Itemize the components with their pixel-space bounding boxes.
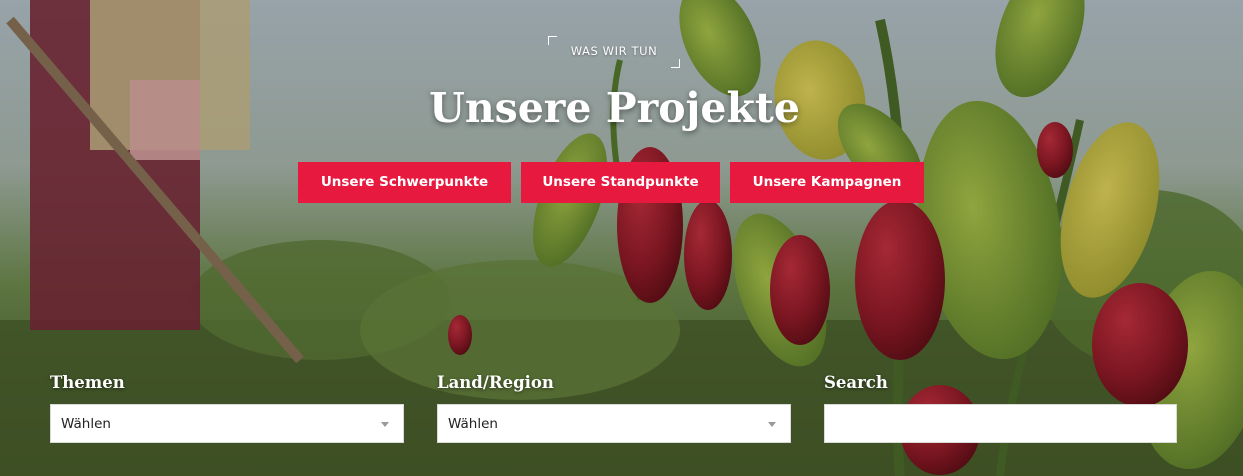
search-field[interactable] [824, 404, 1177, 443]
themen-select[interactable]: Wählen [50, 404, 404, 443]
page-title: Unsere Projekte [429, 84, 800, 132]
eyebrow: WAS WIR TUN [548, 36, 680, 68]
standpunkte-button[interactable]: Unsere Standpunkte [521, 162, 720, 203]
search-input[interactable] [825, 405, 1176, 442]
hero-banner: WAS WIR TUN Unsere Projekte Unsere Schwe… [0, 0, 1243, 476]
eyebrow-text: WAS WIR TUN [570, 44, 658, 58]
chevron-down-icon [768, 422, 776, 427]
eyebrow-corner-bottom-right [671, 59, 680, 68]
schwerpunkte-button[interactable]: Unsere Schwerpunkte [298, 162, 511, 203]
region-select-value: Wählen [448, 416, 498, 432]
themen-select-value: Wählen [61, 416, 111, 432]
region-select[interactable]: Wählen [437, 404, 791, 443]
search-label: Search [824, 373, 888, 392]
themen-label: Themen [50, 373, 125, 392]
kampagnen-button[interactable]: Unsere Kampagnen [730, 162, 924, 203]
region-label: Land/Region [437, 373, 554, 392]
chevron-down-icon [381, 422, 389, 427]
